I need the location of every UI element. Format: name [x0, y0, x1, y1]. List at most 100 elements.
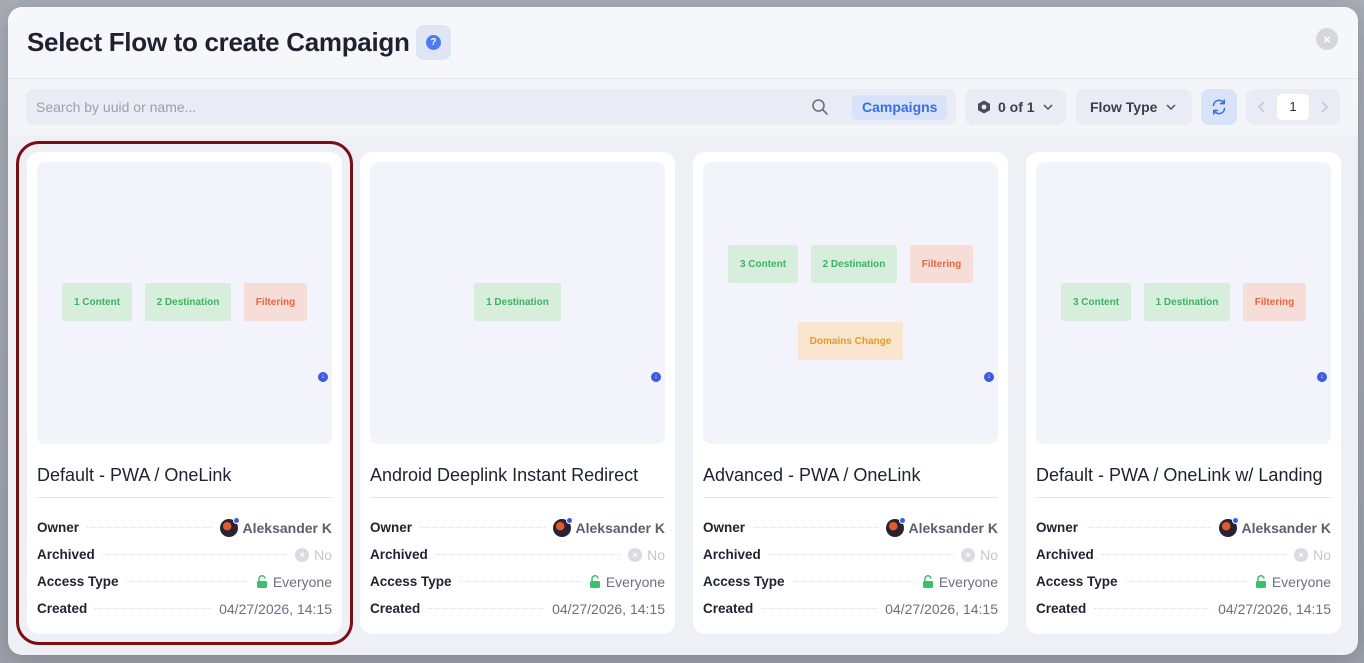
- question-icon: ?: [426, 35, 441, 50]
- archived-label: Archived: [37, 547, 99, 562]
- search-input[interactable]: [36, 89, 796, 125]
- owner-label: Owner: [370, 520, 417, 535]
- flow-card[interactable]: 1 Content 2 Destination Filtering ↓ Defa…: [16, 141, 353, 645]
- access-type-value: Everyone: [1250, 573, 1331, 590]
- download-icon[interactable]: ↓: [1317, 372, 1327, 382]
- access-type-label: Access Type: [37, 574, 123, 589]
- leader-dots: [792, 581, 914, 582]
- owner-value: Aleksander K: [881, 516, 998, 537]
- owner-label: Owner: [1036, 520, 1083, 535]
- refresh-icon: [1212, 99, 1226, 115]
- flow-node-destination: 2 Destination: [811, 245, 897, 283]
- leader-dots: [459, 581, 581, 582]
- access-type-text: Everyone: [272, 573, 332, 590]
- archived-text: No: [980, 546, 998, 563]
- access-type-text: Everyone: [938, 573, 998, 590]
- meta-row-created: Created 04/27/2026, 14:15: [703, 595, 998, 622]
- download-icon[interactable]: ↓: [984, 372, 994, 382]
- meta-row-archived: Archived × No: [37, 541, 332, 568]
- leader-dots: [761, 608, 878, 609]
- meta-row-created: Created 04/27/2026, 14:15: [370, 595, 665, 622]
- close-button[interactable]: ×: [1316, 28, 1338, 50]
- access-type-label: Access Type: [1036, 574, 1122, 589]
- flow-card[interactable]: 3 Content 2 Destination Filtering Domain…: [693, 152, 1008, 634]
- owner-name: Aleksander K: [908, 519, 998, 536]
- chevron-right-icon[interactable]: [1317, 100, 1331, 114]
- avatar: [552, 516, 573, 537]
- leader-dots: [1101, 554, 1287, 555]
- flow-node-destination: 1 Destination: [1144, 283, 1230, 321]
- unlock-icon: [589, 575, 600, 588]
- leader-dots: [126, 581, 248, 582]
- page-number-input[interactable]: 1: [1277, 94, 1309, 120]
- card-title: Android Deeplink Instant Redirect: [370, 465, 639, 485]
- archived-value: × No: [291, 546, 332, 563]
- created-label: Created: [703, 601, 758, 616]
- meta-row-owner: Owner Aleksander K: [1036, 514, 1331, 541]
- owner-value: Aleksander K: [548, 516, 665, 537]
- unlock-icon: [256, 575, 267, 588]
- leader-dots: [435, 554, 621, 555]
- access-type-value: Everyone: [251, 573, 332, 590]
- flow-node-filtering: Filtering: [910, 245, 973, 283]
- created-value: 04/27/2026, 14:15: [548, 600, 665, 617]
- leader-dots: [1086, 527, 1211, 528]
- x-circle-icon: ×: [295, 547, 310, 562]
- refresh-button[interactable]: [1201, 89, 1237, 125]
- search-box: Campaigns: [26, 89, 956, 125]
- owner-value: Aleksander K: [215, 516, 332, 537]
- select-flow-modal: Select Flow to create Campaign ? × Campa…: [8, 7, 1358, 655]
- selection-count-label: 0 of 1: [998, 99, 1035, 115]
- meta-row-created: Created 04/27/2026, 14:15: [1036, 595, 1331, 622]
- x-circle-icon: ×: [628, 547, 643, 562]
- archived-label: Archived: [703, 547, 765, 562]
- meta-row-access: Access Type Everyone: [37, 568, 332, 595]
- leader-dots: [1094, 608, 1211, 609]
- flow-type-label: Flow Type: [1090, 99, 1158, 115]
- created-value: 04/27/2026, 14:15: [1214, 600, 1331, 617]
- owner-label: Owner: [37, 520, 84, 535]
- owner-name: Aleksander K: [575, 519, 665, 536]
- divider: [1036, 497, 1331, 498]
- leader-dots: [102, 554, 288, 555]
- avatar: [219, 516, 240, 537]
- flow-card[interactable]: 1 Destination ↓ Android Deeplink Instant…: [360, 152, 675, 634]
- download-icon[interactable]: ↓: [318, 372, 328, 382]
- chevron-left-icon[interactable]: [1255, 100, 1269, 114]
- selection-count-dropdown[interactable]: 0 of 1: [965, 89, 1066, 125]
- flow-node-filtering: Filtering: [244, 283, 307, 321]
- leader-dots: [428, 608, 545, 609]
- download-icon[interactable]: ↓: [651, 372, 661, 382]
- archived-text: No: [647, 546, 665, 563]
- flow-node-destination: 2 Destination: [145, 283, 231, 321]
- chevron-down-icon: [1043, 104, 1053, 111]
- flow-node-content: 1 Content: [62, 283, 132, 321]
- card-meta: Owner Aleksander K Archived × No Access …: [703, 514, 998, 622]
- meta-row-archived: Archived × No: [1036, 541, 1331, 568]
- x-circle-icon: ×: [1294, 547, 1309, 562]
- owner-label: Owner: [703, 520, 750, 535]
- access-type-value: Everyone: [917, 573, 998, 590]
- access-type-value: Everyone: [584, 573, 665, 590]
- search-icon[interactable]: [811, 98, 829, 116]
- meta-row-access: Access Type Everyone: [1036, 568, 1331, 595]
- meta-row-owner: Owner Aleksander K: [37, 514, 332, 541]
- created-label: Created: [1036, 601, 1091, 616]
- avatar: [1218, 516, 1239, 537]
- meta-row-archived: Archived × No: [703, 541, 998, 568]
- campaigns-filter-chip[interactable]: Campaigns: [852, 95, 948, 120]
- modal-header: Select Flow to create Campaign ? ×: [8, 7, 1358, 79]
- flow-type-dropdown[interactable]: Flow Type: [1076, 89, 1192, 125]
- flow-card[interactable]: 3 Content 1 Destination Filtering ↓ Defa…: [1026, 152, 1341, 634]
- card-title: Advanced - PWA / OneLink: [703, 465, 921, 485]
- meta-row-owner: Owner Aleksander K: [703, 514, 998, 541]
- unlock-icon: [1255, 575, 1266, 588]
- owner-name: Aleksander K: [1241, 519, 1331, 536]
- access-type-text: Everyone: [1271, 573, 1331, 590]
- hexagon-icon: [978, 100, 990, 114]
- leader-dots: [753, 527, 878, 528]
- pagination: 1: [1246, 89, 1340, 125]
- help-button[interactable]: ?: [416, 25, 451, 60]
- flow-preview: 3 Content 1 Destination Filtering ↓: [1036, 162, 1331, 444]
- created-label: Created: [370, 601, 425, 616]
